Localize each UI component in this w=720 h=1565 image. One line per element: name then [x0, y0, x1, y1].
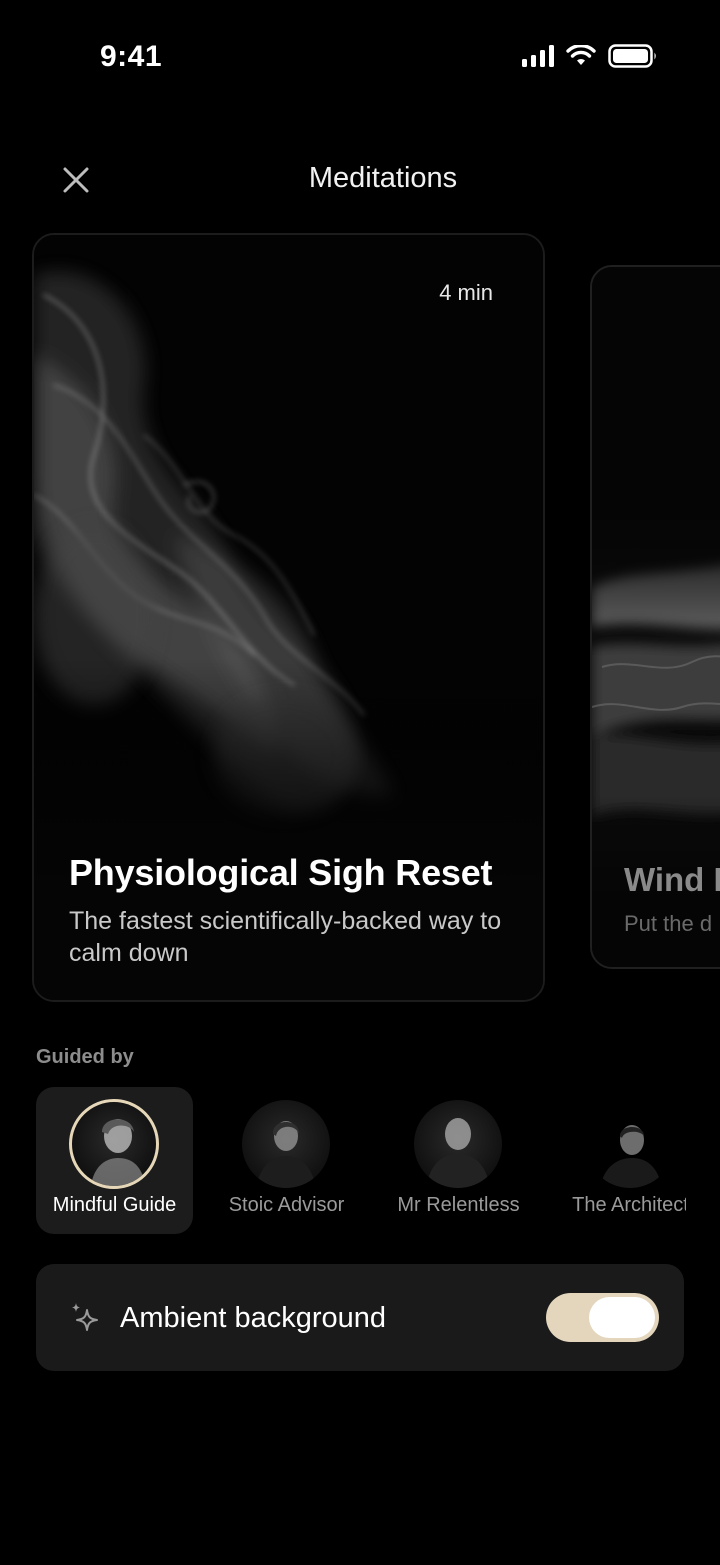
ambient-background-row: Ambient background [36, 1264, 684, 1371]
guide-name: The Architect [572, 1194, 686, 1216]
meditations-screen: 9:41 Meditations 4 min Physiological Sig… [0, 0, 720, 1565]
meditation-title-next: Wind D [624, 861, 720, 898]
page-title: Meditations [308, 162, 458, 194]
guide-option-stoic-advisor[interactable]: Stoic Advisor [208, 1087, 365, 1234]
guide-name: Mr Relentless [397, 1194, 520, 1216]
battery-icon [608, 44, 656, 68]
guide-option-mindful-guide[interactable]: Mindful Guide [36, 1087, 193, 1234]
avatar [69, 1099, 159, 1189]
sparkle-icon [72, 1303, 98, 1331]
guide-name: Stoic Advisor [228, 1194, 345, 1216]
ambient-background-label: Ambient background [120, 1302, 386, 1334]
avatar [414, 1100, 502, 1188]
guide-option-mr-relentless[interactable]: Mr Relentless [380, 1087, 537, 1234]
meditation-subtitle: The fastest scientifically-backed way to… [69, 907, 502, 967]
duration-label: 4 min [439, 280, 493, 305]
wifi-icon [566, 45, 596, 65]
meditation-card[interactable]: 4 min Physiological Sigh Reset The faste… [32, 233, 545, 1002]
guide-option-the-architect[interactable]: The Architect [552, 1087, 686, 1234]
meditation-title: Physiological Sigh Reset [69, 852, 493, 893]
guided-by-label: Guided by [36, 1046, 134, 1068]
avatar [586, 1100, 674, 1188]
guide-selector: Mindful Guide Stoic Advisor Mr Relentles… [36, 1087, 686, 1234]
avatar [242, 1100, 330, 1188]
toggle-knob [589, 1297, 655, 1338]
status-time: 9:41 [100, 40, 163, 73]
meditation-card-next[interactable]: Wind D Put the d [590, 265, 720, 969]
status-icons [522, 44, 658, 68]
signal-icon [522, 45, 554, 67]
guide-name: Mindful Guide [52, 1194, 177, 1216]
meditation-subtitle-next: Put the d [624, 911, 713, 936]
ambient-background-toggle[interactable] [546, 1293, 659, 1342]
